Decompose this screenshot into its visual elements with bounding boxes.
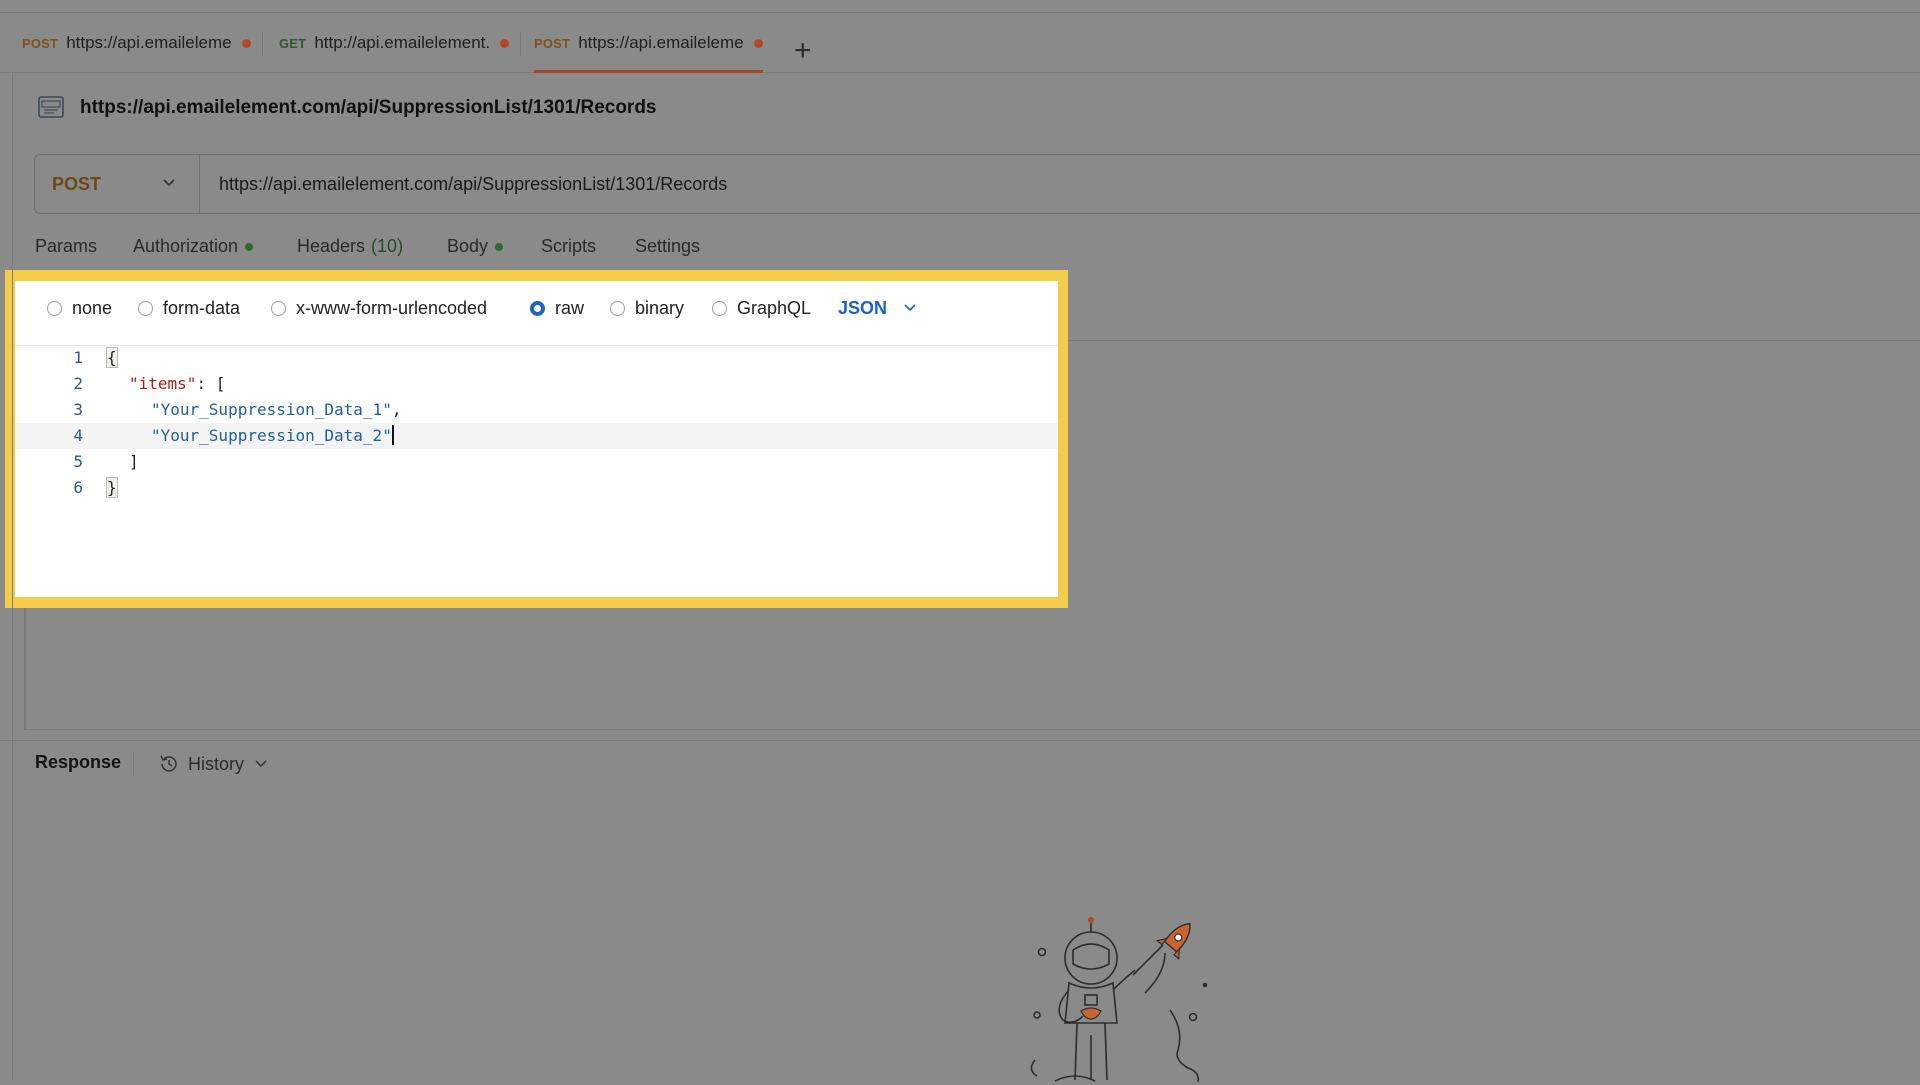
tab-settings-label: Settings xyxy=(635,236,701,256)
left-divider xyxy=(12,72,13,1080)
method-select[interactable]: POST xyxy=(35,155,200,213)
chevron-down-icon xyxy=(163,179,175,187)
tab-scripts-label: Scripts xyxy=(541,236,597,256)
radio-selected-icon xyxy=(530,300,545,316)
tab-authorization-label: Authorization xyxy=(133,236,239,256)
chevron-down-icon xyxy=(255,760,267,768)
json-string: "Your_Suppression_Data_1" xyxy=(151,400,392,419)
response-label[interactable]: Response xyxy=(35,752,121,776)
brace-close: } xyxy=(106,477,118,498)
tab-body[interactable]: Body xyxy=(447,236,504,257)
tab-body-label: Body xyxy=(447,236,489,256)
json-punct: : [ xyxy=(196,374,226,393)
status-dot xyxy=(495,242,504,251)
request-tab-2[interactable]: GET http://api.emailelement. xyxy=(279,14,522,72)
tab-method: GET xyxy=(279,35,307,51)
line-number: 1 xyxy=(73,348,83,367)
option-label: form-data xyxy=(163,297,241,318)
code-line: 1 { xyxy=(15,345,1058,371)
option-label: x-www-form-urlencoded xyxy=(296,297,488,318)
request-tab-1[interactable]: POST https://api.emaileleme xyxy=(22,14,263,72)
http-request-icon xyxy=(38,96,64,118)
code-line: 3 "Your_Suppression_Data_1", xyxy=(15,397,1058,423)
tab-method: POST xyxy=(534,35,571,51)
radio-icon xyxy=(271,300,286,316)
radio-icon xyxy=(712,300,727,316)
unsaved-dot xyxy=(500,38,510,48)
json-key: "items" xyxy=(129,374,197,393)
history-label: History xyxy=(188,753,245,774)
headers-count: (10) xyxy=(371,236,404,256)
request-title[interactable]: https://api.emailelement.com/api/Suppres… xyxy=(80,97,657,119)
response-divider[interactable] xyxy=(0,740,1920,741)
body-type-options: none form-data x-www-form-urlencoded raw… xyxy=(15,281,1058,346)
tab-headers[interactable]: Headers (10) xyxy=(297,236,403,257)
radio-icon xyxy=(138,300,153,316)
radio-icon xyxy=(610,300,625,316)
line-number: 5 xyxy=(73,452,83,471)
body-option-binary[interactable]: binary xyxy=(610,293,684,323)
unsaved-dot xyxy=(753,38,763,48)
request-tab-bar: POST https://api.emaileleme GET http://a… xyxy=(0,14,1920,73)
radio-icon xyxy=(47,300,62,316)
new-tab-plus-icon[interactable]: + xyxy=(794,36,812,66)
option-label: none xyxy=(72,297,113,318)
json-punct: , xyxy=(391,400,402,419)
code-line: 2 "items": [ xyxy=(15,371,1058,397)
chevron-down-icon xyxy=(904,304,916,312)
line-number: 4 xyxy=(73,426,83,445)
request-tab-3-active[interactable]: POST https://api.emaileleme xyxy=(534,14,763,73)
tab-label: http://api.emailelement. xyxy=(314,33,491,52)
window-top-edge xyxy=(0,0,1920,13)
code-line: 6 } xyxy=(15,475,1058,501)
tab-authorization[interactable]: Authorization xyxy=(133,236,254,257)
code-editor[interactable]: 1 { 2 "items": [ 3 "Your_Suppression_Dat… xyxy=(15,345,1058,597)
status-dot xyxy=(245,242,254,251)
tab-label: https://api.emaileleme xyxy=(66,33,232,52)
body-option-raw[interactable]: raw xyxy=(530,293,584,323)
code-line-current: 4 "Your_Suppression_Data_2" xyxy=(15,423,1058,449)
line-number: 6 xyxy=(73,478,83,497)
tab-divider xyxy=(520,32,522,56)
body-editor: none form-data x-www-form-urlencoded raw… xyxy=(15,281,1058,597)
request-title-bar: https://api.emailelement.com/api/Suppres… xyxy=(36,90,657,126)
tab-scripts[interactable]: Scripts xyxy=(541,236,596,257)
tab-headers-label: Headers xyxy=(297,236,366,256)
body-option-form-data[interactable]: form-data xyxy=(138,293,240,323)
tab-label: https://api.emaileleme xyxy=(578,33,744,52)
bracket-close: ] xyxy=(129,452,139,471)
astronaut-rocket-illustration xyxy=(1030,917,1208,1083)
format-value: JSON xyxy=(838,297,888,318)
body-option-urlencoded[interactable]: x-www-form-urlencoded xyxy=(271,293,487,323)
method-value: POST xyxy=(52,173,102,194)
text-caret xyxy=(391,425,394,445)
response-separator xyxy=(133,752,134,776)
json-string: "Your_Suppression_Data_2" xyxy=(151,426,392,445)
option-label: binary xyxy=(635,297,685,318)
body-format-select[interactable]: JSON xyxy=(838,293,917,323)
option-label: GraphQL xyxy=(737,297,812,318)
body-option-none[interactable]: none xyxy=(47,293,112,323)
line-number: 3 xyxy=(73,400,83,419)
code-line: 5 ] xyxy=(15,449,1058,475)
option-label: raw xyxy=(555,297,585,318)
url-input[interactable]: https://api.emailelement.com/api/Suppres… xyxy=(219,155,727,213)
tab-method: POST xyxy=(22,35,59,51)
body-option-graphql[interactable]: GraphQL xyxy=(712,293,811,323)
line-number: 2 xyxy=(73,374,83,393)
tab-params[interactable]: Params xyxy=(35,236,97,257)
brace-open: { xyxy=(106,347,118,368)
tab-divider xyxy=(261,32,263,56)
tab-settings[interactable]: Settings xyxy=(635,236,700,257)
unsaved-dot xyxy=(241,38,251,48)
tab-params-label: Params xyxy=(35,236,98,256)
history-dropdown[interactable]: History xyxy=(158,752,276,776)
history-icon xyxy=(160,755,177,772)
url-bar: POST https://api.emailelement.com/api/Su… xyxy=(34,154,1920,214)
